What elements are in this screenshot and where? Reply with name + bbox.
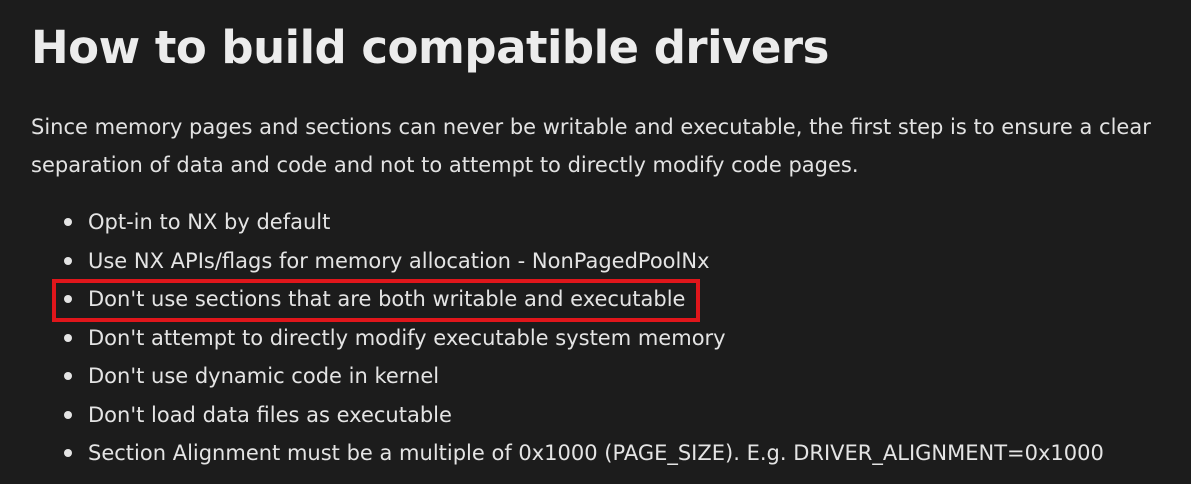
list-item-text: Don't use dynamic code in kernel	[88, 364, 440, 388]
intro-paragraph: Since memory pages and sections can neve…	[31, 115, 1151, 177]
list-item: Don't use dynamic code in kernel	[31, 357, 1104, 396]
list-item-text: Don't attempt to directly modify executa…	[88, 325, 726, 350]
bullet-icon	[64, 372, 72, 380]
bullet-icon	[64, 218, 72, 226]
list-item-text: Opt-in to NX by default	[88, 210, 331, 234]
list-item-text: Use NX APIs/flags for memory allocation …	[88, 248, 710, 273]
bullet-icon	[64, 295, 72, 303]
list-item: Don't load data files as executable	[31, 396, 1104, 435]
page-title: How to build compatible drivers	[31, 21, 829, 74]
list-item-text: Don't load data files as executable	[88, 402, 452, 427]
list-item-text: Section Alignment must be a multiple of …	[88, 441, 1104, 465]
list-item-text: Don't use sections that are both writabl…	[88, 287, 686, 311]
list-item: Use NX APIs/flags for memory allocation …	[31, 242, 1104, 281]
bullet-icon	[64, 449, 72, 457]
bullet-icon	[64, 410, 72, 419]
list-item: Don't attempt to directly modify executa…	[31, 319, 1104, 358]
list-item-highlighted: Don't use sections that are both writabl…	[31, 280, 1104, 319]
list-item: Opt-in to NX by default	[31, 203, 1104, 242]
bullet-icon	[64, 256, 72, 265]
list-item: Section Alignment must be a multiple of …	[31, 434, 1104, 473]
requirements-list: Opt-in to NX by default Use NX APIs/flag…	[31, 203, 1104, 473]
bullet-icon	[64, 333, 72, 342]
